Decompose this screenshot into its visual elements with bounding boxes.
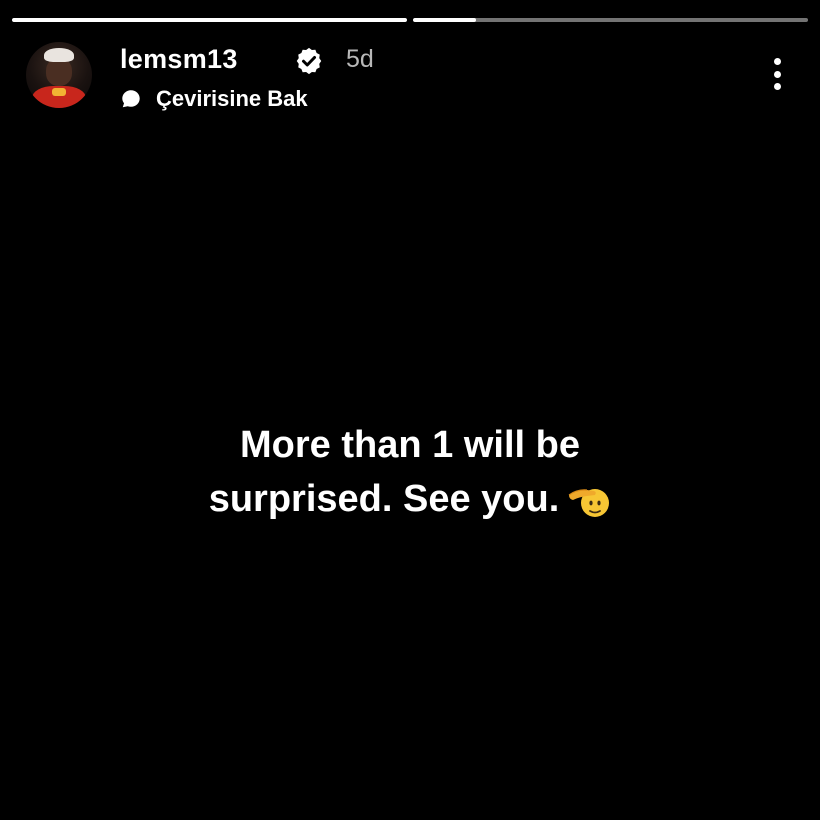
avatar-face [46, 58, 72, 86]
caption-line-1: More than 1 will be [240, 424, 580, 466]
speech-bubble-icon [122, 90, 140, 108]
saluting-face-emoji-icon [568, 488, 610, 517]
translate-label: Çevirisine Bak [156, 86, 308, 111]
avatar-shirt-accent [52, 88, 66, 96]
progress-segment-1 [12, 18, 407, 22]
story-progress-bar [12, 18, 808, 22]
caption-line-2: surprised. See you. [208, 478, 560, 520]
post-time: 5d [346, 45, 374, 73]
translate-link[interactable]: Çevirisine Bak [120, 86, 308, 112]
progress-segment-2 [413, 18, 808, 22]
username[interactable]: lemsm13 [120, 44, 238, 75]
story-caption: More than 1 will be surprised. See you. [0, 418, 820, 526]
progress-fill-1 [12, 18, 407, 22]
avatar-hair [44, 48, 74, 62]
avatar[interactable] [26, 42, 92, 108]
caption-line-2-wrap: surprised. See you. [0, 472, 820, 526]
story-header: lemsm13 5d Çevirisine Bak [26, 42, 794, 114]
menu-dot [773, 70, 781, 78]
menu-dot [773, 83, 781, 90]
story-viewer: lemsm13 5d Çevirisine Bak More than 1 wi… [0, 0, 820, 820]
verified-badge-icon [296, 47, 322, 75]
more-options-button[interactable] [760, 54, 794, 94]
menu-dot [773, 58, 781, 65]
progress-fill-2 [413, 18, 477, 22]
